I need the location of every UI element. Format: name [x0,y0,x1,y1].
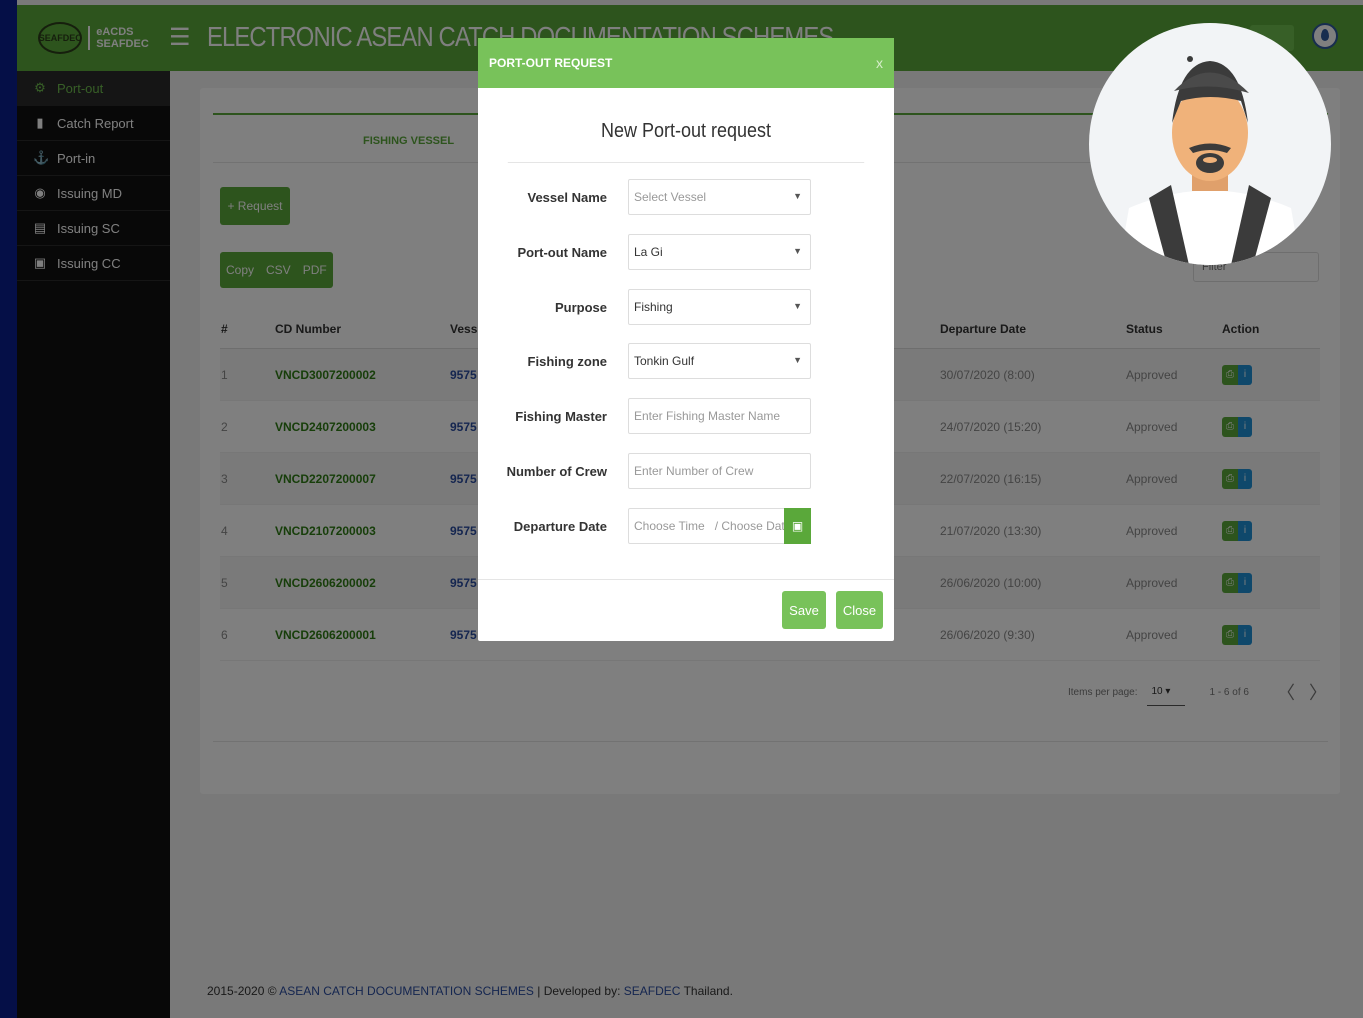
date-placeholder: / Choose Date [714,519,792,533]
port-out-name-row: Port-out Name La Gi ▼ [478,234,894,272]
port-out-name-label: Port-out Name [517,245,607,260]
port-out-name-value: La Gi [634,245,663,259]
chevron-down-icon: ▼ [793,246,802,256]
dialog-header: PORT-OUT REQUEST x [478,38,894,88]
close-button[interactable]: Close [836,591,883,629]
vessel-name-value: Select Vessel [634,190,707,204]
purpose-select[interactable]: Fishing ▼ [628,289,811,325]
purpose-row: Purpose Fishing ▼ [478,289,894,327]
port-out-name-select[interactable]: La Gi ▼ [628,234,811,270]
purpose-label: Purpose [554,300,607,315]
avatar-illustration [1119,56,1301,265]
dialog-footer-divider [478,579,894,580]
fishing-zone-label: Fishing zone [527,354,607,369]
vessel-name-select[interactable]: Select Vessel ▼ [628,179,811,215]
fishing-zone-value: Tonkin Gulf [634,354,695,368]
chevron-down-icon: ▼ [793,191,802,201]
purpose-value: Fishing [634,300,673,314]
fishing-zone-row: Fishing zone Tonkin Gulf ▼ [478,343,894,381]
departure-date-label: Departure Date [513,519,607,534]
number-of-crew-input[interactable]: Enter Number of Crew [628,453,811,489]
dialog-heading: New Port-out request [507,120,865,163]
fishing-zone-select[interactable]: Tonkin Gulf ▼ [628,343,811,379]
number-of-crew-row: Number of Crew Enter Number of Crew [478,453,894,491]
fishing-master-row: Fishing Master Enter Fishing Master Name [478,398,894,436]
fishing-master-input[interactable]: Enter Fishing Master Name [628,398,811,434]
port-out-request-dialog: PORT-OUT REQUEST x New Port-out request … [478,38,894,641]
calendar-icon[interactable]: ▣ [784,508,811,544]
vessel-name-row: Vessel Name Select Vessel ▼ [478,179,894,217]
save-button[interactable]: Save [782,591,826,629]
fishing-master-label: Fishing Master [515,409,607,424]
chevron-down-icon: ▼ [793,301,802,311]
vessel-name-label: Vessel Name [527,190,607,205]
chevron-down-icon: ▼ [793,355,802,365]
number-of-crew-label: Number of Crew [506,464,607,479]
departure-date-row: Departure Date Choose Time / Choose Date… [478,508,894,546]
time-placeholder: Choose Time [634,519,705,533]
close-icon[interactable]: x [876,55,883,71]
user-avatar [1089,23,1331,265]
dialog-title: PORT-OUT REQUEST [489,56,613,70]
